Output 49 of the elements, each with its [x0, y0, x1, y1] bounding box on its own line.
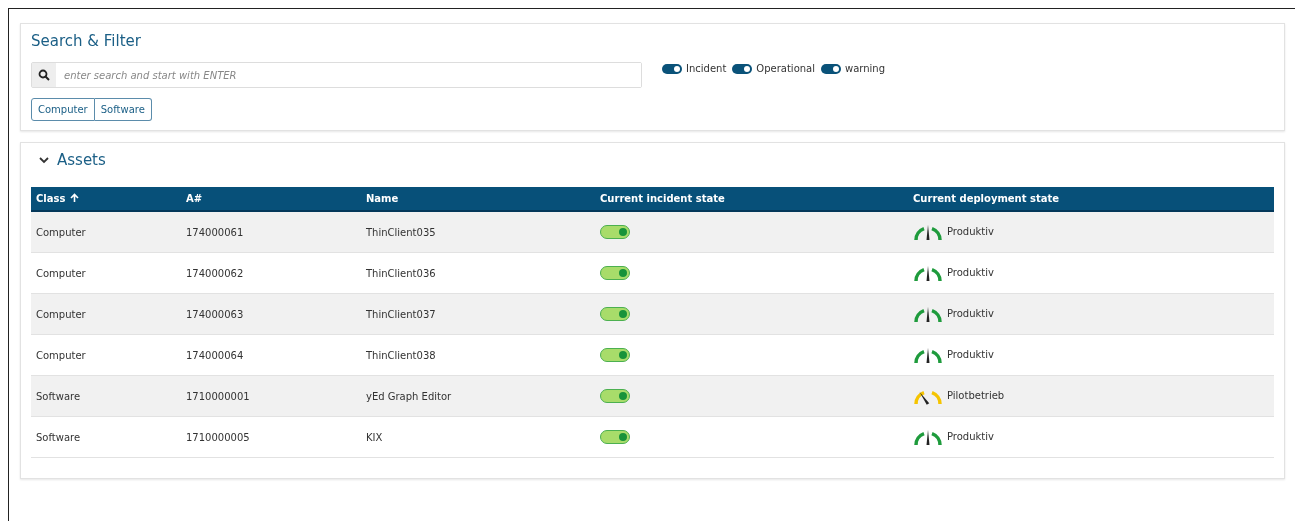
incident-toggle[interactable] [600, 348, 630, 362]
incident-toggle[interactable] [600, 266, 630, 280]
table-cell: ThinClient038 [361, 334, 595, 376]
class-filter-button[interactable]: Computer [31, 98, 95, 121]
incident-toggle[interactable] [600, 307, 630, 321]
table-cell: ThinClient036 [361, 252, 595, 294]
table-cell: Computer [31, 293, 181, 335]
table-cell: 1710000001 [181, 375, 361, 417]
column-header[interactable]: Class [31, 187, 181, 211]
table-cell: ThinClient035 [361, 211, 595, 253]
chevron-icon[interactable] [39, 156, 49, 164]
table-cell: yEd Graph Editor [361, 375, 595, 417]
search-icon [32, 63, 56, 87]
toggle-label: Incident [686, 63, 727, 74]
search-field[interactable]: enter search and start with ENTER [31, 62, 642, 88]
column-header[interactable]: Name [361, 187, 595, 211]
toggle-label: Operational [756, 63, 815, 74]
panel-title: Assets [57, 151, 106, 169]
class-filter-button[interactable]: Software [94, 98, 152, 121]
incident-toggle[interactable] [600, 430, 630, 444]
panel-title: Search & Filter [31, 32, 142, 50]
table-cell: 174000062 [181, 252, 361, 294]
deployment-label: Produktiv [947, 307, 994, 319]
sort-arrow-icon [70, 193, 80, 203]
deployment-label: Produktiv [947, 348, 994, 360]
table-cell: ThinClient037 [361, 293, 595, 335]
incident-toggle[interactable] [600, 225, 630, 239]
table-cell: 1710000005 [181, 416, 361, 458]
filter-toggle[interactable] [662, 63, 682, 74]
table-cell: KIX [361, 416, 595, 458]
column-header[interactable]: Current deployment state [908, 187, 1274, 211]
table-cell: 174000064 [181, 334, 361, 376]
table-cell: 174000061 [181, 211, 361, 253]
table-cell: Software [31, 375, 181, 417]
column-header[interactable]: A# [181, 187, 361, 211]
filter-toggle[interactable] [821, 63, 841, 74]
table-cell: Software [31, 416, 181, 458]
table-cell: 174000063 [181, 293, 361, 335]
incident-toggle[interactable] [600, 389, 630, 403]
filter-toggle[interactable] [732, 63, 753, 74]
deployment-label: Produktiv [947, 225, 994, 237]
deployment-label: Produktiv [947, 266, 994, 278]
table-cell: Computer [31, 211, 181, 253]
toggle-label: warning [845, 63, 886, 74]
deployment-label: Produktiv [947, 430, 994, 442]
table-cell: Computer [31, 252, 181, 294]
column-header[interactable]: Current incident state [595, 187, 908, 211]
table-cell: Computer [31, 334, 181, 376]
deployment-label: Pilotbetrieb [947, 389, 1005, 401]
